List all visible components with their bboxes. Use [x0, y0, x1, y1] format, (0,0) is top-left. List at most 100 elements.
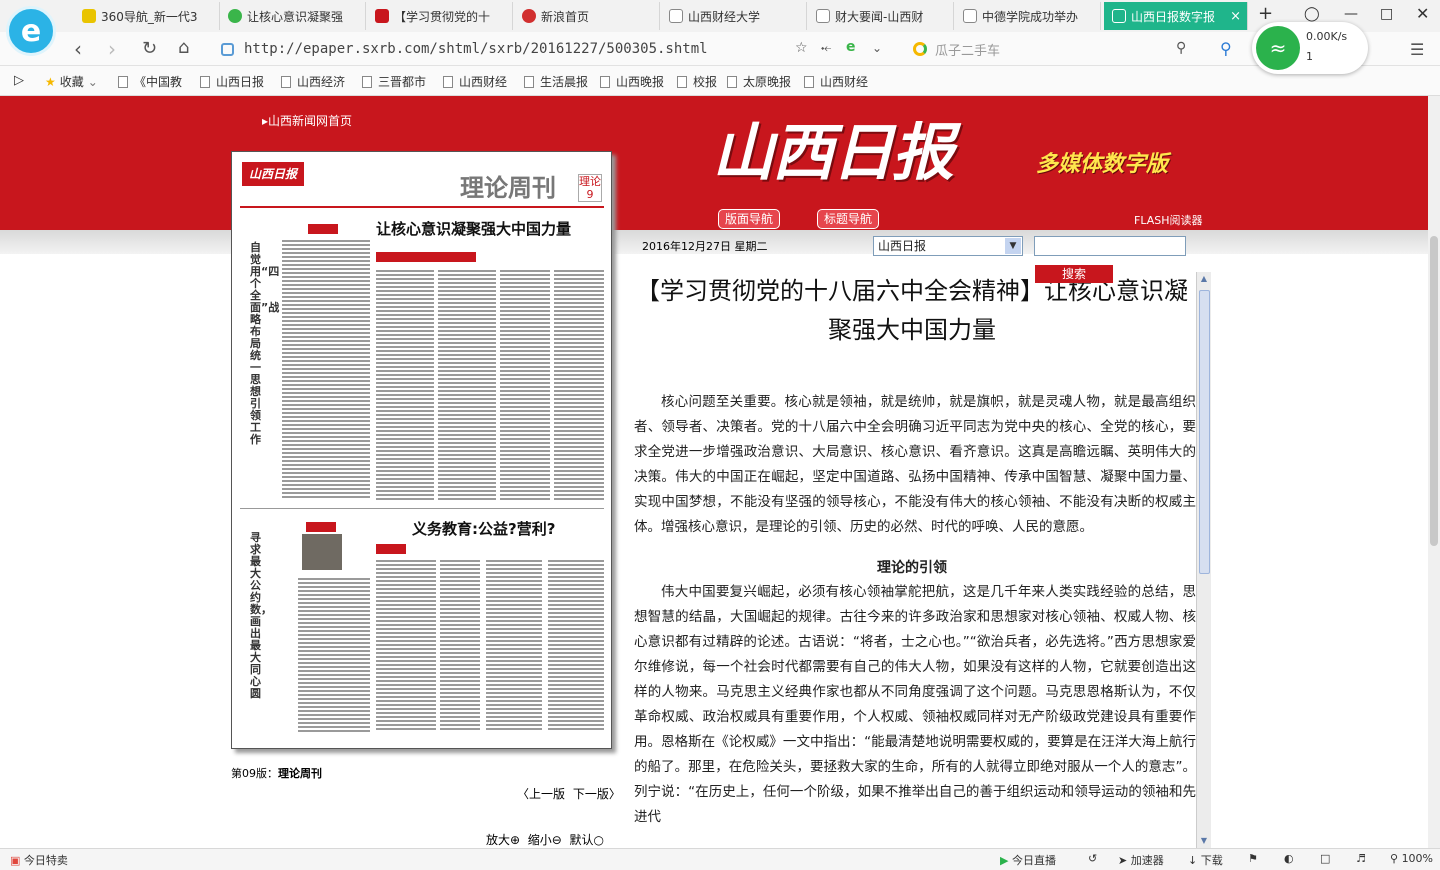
page-icon [677, 75, 687, 88]
site-search-button[interactable]: 搜索 [1035, 265, 1113, 283]
close-tab-icon[interactable]: × [1230, 9, 1241, 24]
tab-sxufe[interactable]: 山西财经大学 [661, 2, 807, 30]
thumb-text-block [376, 558, 436, 732]
magnifier-icon: ⚲ [1390, 852, 1399, 865]
zoom-default-button[interactable]: 默认○ [569, 833, 604, 847]
page-icon [200, 75, 210, 88]
zoom-level[interactable]: ⚲ 100% [1390, 852, 1433, 865]
network-count: 1 [1306, 50, 1313, 63]
masthead-subtitle: 多媒体数字版 [1036, 152, 1169, 177]
article-scrollbar[interactable]: ▲ ▼ [1196, 272, 1211, 848]
layout-nav-button[interactable]: 版面导航 [718, 209, 781, 229]
tab-study-party[interactable]: 【学习贯彻党的十 [367, 2, 513, 30]
forward-icon[interactable]: › [108, 37, 116, 61]
share-icon[interactable]: ⤝ [821, 41, 831, 56]
zoom-out-button[interactable]: 缩小⊖ [528, 833, 562, 847]
paper-select[interactable]: 山西日报 ▼ [873, 236, 1023, 256]
tab-sino-german[interactable]: 中德学院成功举办 [955, 2, 1101, 30]
bookmark-favorites[interactable]: ★ 收藏 ⌄ [45, 73, 98, 90]
thumb-masthead: 山西日报 [242, 162, 304, 186]
scroll-down-icon[interactable]: ▼ [1197, 834, 1211, 848]
site-search-input[interactable] [1034, 236, 1186, 256]
bookmark-item[interactable]: 山西财经 [443, 73, 507, 90]
network-monitor[interactable]: ≈ 0.00K/s 1 [1252, 22, 1368, 74]
bookmark-item[interactable]: 校报 [677, 73, 717, 90]
tab-core-awareness[interactable]: 让核心意识凝聚强 [220, 2, 366, 30]
thumb-vertical-title-bottom[interactable]: 寻求最大公约数，画出最大同心圆 [250, 532, 272, 700]
page-thumbnail[interactable]: 山西日报 理论周刊 理论 9 让核心意识凝聚强大中国力量 自觉用“四个全面”战略… [231, 151, 612, 749]
star-icon[interactable]: ☆ [795, 40, 808, 56]
thumb-vertical-title-top[interactable]: 自觉用“四个全面”战略布局统一思想引领工作 [250, 242, 279, 446]
tab-sina[interactable]: 新浪首页 [514, 2, 660, 30]
sound-icon[interactable]: ♬ [1356, 852, 1366, 865]
thumb-headline-top[interactable]: 让核心意识凝聚强大中国力量 [376, 218, 571, 239]
bookmark-item[interactable]: 山西经济 [281, 73, 345, 90]
new-tab-button[interactable]: + [1258, 3, 1273, 24]
prev-page-link[interactable]: 〈上一版 [517, 787, 565, 801]
tab-news[interactable]: 财大要闻-山西财 [808, 2, 954, 30]
close-window-icon[interactable]: ✕ [1416, 4, 1429, 23]
bookmark-item[interactable]: 山西晚报 [600, 73, 664, 90]
window-scroll-thumb[interactable] [1430, 236, 1438, 546]
next-page-link[interactable]: 下一版〉 [573, 787, 621, 801]
page-icon [600, 75, 610, 88]
home-link[interactable]: ▸山西新闻网首页 [262, 112, 352, 129]
window-scrollbar[interactable] [1428, 96, 1440, 848]
thumb-tag [308, 224, 338, 234]
live-link[interactable]: ▶ 今日直播 [1000, 852, 1056, 868]
search-input[interactable]: 瓜子二手车 [905, 37, 1195, 61]
history-icon[interactable]: ↺ [1088, 852, 1097, 865]
flash-reader-link[interactable]: FLASH阅读器 [1134, 212, 1203, 228]
accelerator-link[interactable]: ➤ 加速器 [1118, 852, 1164, 868]
menu-icon[interactable]: ☰ [1410, 40, 1424, 59]
thumb-divider [240, 508, 604, 509]
site-banner: ▸山西新闻网首页 山西日报 多媒体数字版 版面导航 标题导航 FLASH阅读器 [0, 96, 1440, 230]
thumb-tag [376, 544, 406, 554]
scroll-up-icon[interactable]: ▲ [1197, 272, 1211, 286]
back-icon[interactable]: ‹ [74, 37, 82, 61]
bookmark-item[interactable]: 《中国教 [118, 73, 182, 90]
maximize-icon[interactable]: □ [1380, 6, 1393, 22]
zoom-in-button[interactable]: 放大⊕ [486, 833, 520, 847]
bookmark-item[interactable]: 山西日报 [200, 73, 264, 90]
bookmark-item[interactable]: 三晋都市 [362, 73, 426, 90]
clean-icon[interactable]: ◐ [1284, 852, 1294, 865]
url-field[interactable]: http://epaper.sxrb.com/shtml/sxrb/201612… [215, 37, 895, 61]
page-navigation: 〈上一版 下一版〉 [517, 785, 621, 802]
page-info-icon [221, 42, 234, 56]
minimize-icon[interactable]: — [1344, 6, 1358, 22]
address-toolbar: ‹ › ↻ ⌂ http://epaper.sxrb.com/shtml/sxr… [0, 32, 1440, 66]
chevron-down-icon[interactable]: ⌄ [872, 41, 882, 55]
thumb-headline-bottom[interactable]: 义务教育:公益?营利? [412, 518, 555, 539]
bookmarks-bar: ▷ ★ 收藏 ⌄ 《中国教 山西日报 山西经济 三晋都市 山西财经 生活晨报 山西晚… [0, 66, 1440, 96]
browser-mode-icon[interactable]: e [846, 39, 856, 55]
bookmark-item[interactable]: 生活晨报 [524, 73, 588, 90]
article-scroll-thumb[interactable] [1199, 290, 1210, 574]
flag-icon[interactable]: ⚑ [1248, 852, 1258, 865]
home-icon[interactable]: ⌂ [178, 37, 189, 58]
circle-icon: ○ [593, 833, 604, 847]
page-icon [118, 75, 128, 88]
360-browser-logo-icon[interactable]: e [6, 6, 56, 56]
tab-favicon-icon [375, 9, 389, 23]
tab-shanxi-daily-active[interactable]: 山西日报数字报 × [1104, 2, 1248, 30]
window-icon[interactable]: □ [1320, 852, 1330, 865]
search-engine-icon [913, 42, 927, 56]
tab-bar: 360导航_新一代3 让核心意识凝聚强 【学习贯彻党的十 新浪首页 山西财经大学… [0, 0, 1440, 32]
daily-deals-link[interactable]: ▣ 今日特卖 [10, 852, 68, 868]
page-icon [524, 75, 534, 88]
title-nav-button[interactable]: 标题导航 [817, 209, 880, 229]
rocket-icon: ➤ [1118, 854, 1128, 867]
bookmark-item[interactable]: 山西财经 [804, 73, 868, 90]
bookmark-item[interactable]: 太原晚报 [727, 73, 791, 90]
chevron-down-icon: ▼ [1005, 238, 1021, 254]
reload-icon[interactable]: ↻ [142, 38, 157, 59]
search-icon[interactable]: ⚲ [1176, 40, 1186, 56]
page-icon [963, 9, 977, 23]
download-link[interactable]: ↓ 下载 [1188, 852, 1223, 868]
sidebar-toggle-icon[interactable]: ▷ [14, 73, 24, 88]
shirt-icon[interactable]: ◯ [1304, 6, 1320, 22]
tab-360-nav[interactable]: 360导航_新一代3 [74, 2, 220, 30]
find-icon[interactable]: ⚲ [1220, 39, 1232, 58]
thumb-text-block [282, 238, 370, 500]
